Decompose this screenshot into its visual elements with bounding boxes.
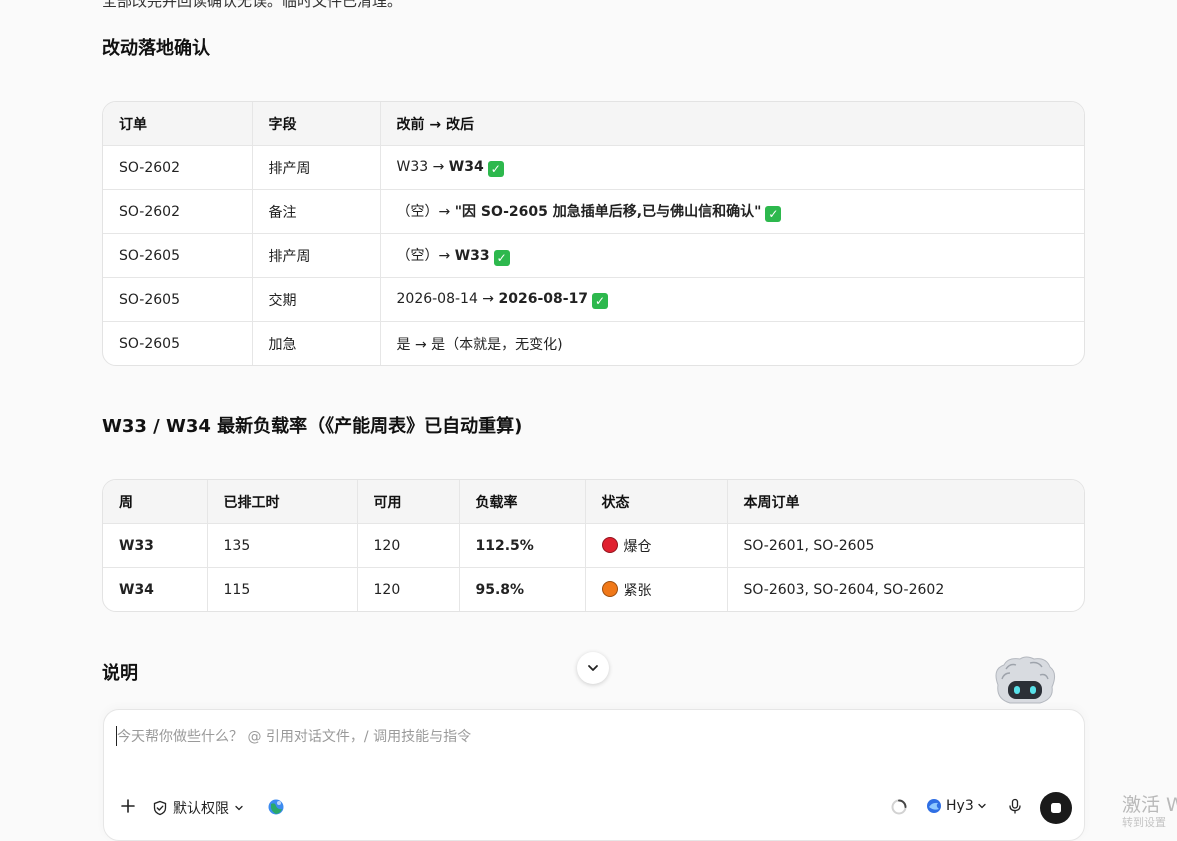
change-after: W33 bbox=[454, 248, 490, 264]
model-logo-icon bbox=[927, 799, 941, 813]
table-header-row: 订单 字段 改前 → 改后 bbox=[103, 102, 1084, 146]
table-row: W33 135 120 112.5% 爆仓 SO-2601, SO-2605 bbox=[103, 523, 1084, 568]
section-title-load: W33 / W34 最新负载率（《产能周表》已自动重算) bbox=[102, 416, 523, 437]
previous-message-text: 全部改完并回读确认无误。临时文件已清理。 bbox=[102, 0, 403, 10]
table-row: SO-2605 交期 2026-08-14 → 2026-08-17 ✓ bbox=[103, 277, 1084, 322]
scroll-to-bottom-button[interactable] bbox=[577, 652, 609, 684]
field-cell: 加急 bbox=[252, 321, 381, 365]
change-after: W34 bbox=[448, 158, 484, 175]
activation-watermark: 激活 W bbox=[1122, 794, 1177, 816]
change-cell: （空）→ "因 SO-2605 加急插单后移,已与佛山信和确认" ✓ bbox=[380, 189, 1084, 234]
chevron-down-icon bbox=[978, 803, 986, 809]
header-load-rate: 负载率 bbox=[459, 480, 586, 524]
load-rate-cell: 95.8% bbox=[459, 567, 586, 611]
week-orders-cell: SO-2601, SO-2605 bbox=[727, 523, 1084, 568]
field-cell: 交期 bbox=[252, 277, 381, 322]
status-dot-icon bbox=[601, 536, 618, 553]
header-available: 可用 bbox=[357, 480, 460, 524]
field-cell: 备注 bbox=[252, 189, 381, 234]
table-row: SO-2605 加急是 → 是（本就是，无变化) bbox=[103, 321, 1084, 366]
section-title-notes: 说明 bbox=[102, 663, 138, 684]
model-selector[interactable]: Hy3 bbox=[926, 798, 988, 814]
spinner-icon bbox=[891, 799, 907, 815]
permission-dropdown[interactable]: 默认权限 bbox=[152, 798, 245, 818]
header-week-orders: 本周订单 bbox=[727, 480, 1084, 524]
available-cell: 120 bbox=[357, 567, 460, 611]
table-row: SO-2605 排产周 （空）→ W33 ✓ bbox=[103, 233, 1084, 278]
status-label: 紧张 bbox=[623, 582, 652, 599]
header-status: 状态 bbox=[585, 480, 728, 524]
check-icon: ✓ bbox=[487, 160, 504, 177]
order-cell: SO-2605 bbox=[103, 277, 253, 322]
available-cell: 120 bbox=[357, 523, 460, 568]
scheduled-hours-cell: 135 bbox=[207, 523, 358, 568]
change-cell: （空）→ W33 ✓ bbox=[380, 233, 1084, 278]
change-after: 2026-08-17 bbox=[498, 290, 589, 307]
loading-indicator bbox=[890, 798, 908, 816]
globe-tool-button[interactable] bbox=[267, 798, 285, 816]
field-cell: 排产周 bbox=[252, 233, 381, 278]
change-before: W33 → bbox=[396, 158, 449, 175]
voice-input-button[interactable] bbox=[1007, 798, 1023, 814]
status-cell: 爆仓 bbox=[585, 523, 728, 568]
change-before: 是 → 是（本就是，无变化) bbox=[396, 336, 563, 353]
shield-check-icon bbox=[153, 800, 167, 816]
chevron-down-icon bbox=[588, 665, 598, 671]
add-attachment-button[interactable] bbox=[120, 798, 136, 814]
composer-input[interactable]: 今天帮你做些什么？ @ 引用对话文件，/ 调用技能与指令 bbox=[117, 726, 471, 746]
change-cell: 2026-08-14 → 2026-08-17 ✓ bbox=[380, 277, 1084, 322]
header-order: 订单 bbox=[103, 102, 253, 146]
stop-icon bbox=[1051, 803, 1061, 813]
change-before: 2026-08-14 → bbox=[396, 290, 499, 307]
section-title-changes: 改动落地确认 bbox=[102, 38, 210, 59]
table-header-row: 周 已排工时 可用 负载率 状态 本周订单 bbox=[103, 480, 1084, 524]
table-row: SO-2602 排产周 W33 → W34 ✓ bbox=[103, 145, 1084, 190]
header-change: 改前 → 改后 bbox=[380, 102, 1084, 146]
table-row: W34 115 120 95.8% 紧张 SO-2603, SO-2604, SO-260… bbox=[103, 567, 1084, 611]
order-cell: SO-2602 bbox=[103, 189, 253, 234]
change-cell: 是 → 是（本就是，无变化) bbox=[380, 322, 1084, 366]
status-cell: 紧张 bbox=[585, 567, 728, 611]
chevron-down-icon bbox=[235, 805, 243, 811]
status-label: 爆仓 bbox=[623, 538, 652, 555]
change-cell: W33 → W34 ✓ bbox=[380, 145, 1084, 190]
globe-icon bbox=[268, 799, 284, 815]
header-scheduled-hours: 已排工时 bbox=[207, 480, 358, 524]
microphone-icon bbox=[1009, 798, 1021, 814]
header-field: 字段 bbox=[252, 102, 381, 146]
order-cell: SO-2602 bbox=[103, 145, 253, 190]
assistant-mascot-icon[interactable] bbox=[990, 655, 1060, 707]
change-before: （空）→ bbox=[396, 204, 455, 220]
change-before: （空）→ bbox=[396, 248, 455, 264]
order-cell: SO-2605 bbox=[103, 233, 253, 278]
plus-icon bbox=[121, 799, 135, 813]
week-cell: W34 bbox=[103, 567, 208, 611]
changes-table: 订单 字段 改前 → 改后 SO-2602 排产周 W33 → W34 ✓ SO-260… bbox=[102, 101, 1085, 366]
load-table: 周 已排工时 可用 负载率 状态 本周订单 W33 135 120 112.5% 爆仓 S… bbox=[102, 479, 1085, 612]
week-orders-cell: SO-2603, SO-2604, SO-2602 bbox=[743, 581, 945, 598]
change-after: "因 SO-2605 加急插单后移,已与佛山信和确认" bbox=[454, 204, 762, 220]
model-label: Hy3 bbox=[946, 798, 974, 814]
check-icon: ✓ bbox=[592, 292, 609, 309]
week-cell: W33 bbox=[103, 523, 208, 568]
scheduled-hours-cell: 115 bbox=[207, 567, 358, 611]
check-icon: ✓ bbox=[493, 250, 510, 266]
field-cell: 排产周 bbox=[252, 145, 381, 190]
table-row: SO-2602 备注 （空）→ "因 SO-2605 加急插单后移,已与佛山信和确认… bbox=[103, 189, 1084, 234]
order-cell: SO-2605 bbox=[103, 321, 253, 365]
load-rate-cell: 112.5% bbox=[459, 523, 586, 568]
stop-generation-button[interactable] bbox=[1040, 792, 1072, 824]
message-composer[interactable]: 今天帮你做些什么？ @ 引用对话文件，/ 调用技能与指令 默认权限 Hy3 bbox=[103, 709, 1085, 841]
permission-label: 默认权限 bbox=[173, 801, 229, 817]
header-week: 周 bbox=[103, 480, 208, 524]
check-icon: ✓ bbox=[765, 206, 782, 222]
activation-watermark-sub: 转到设置 bbox=[1122, 816, 1166, 829]
status-dot-icon bbox=[601, 580, 618, 597]
